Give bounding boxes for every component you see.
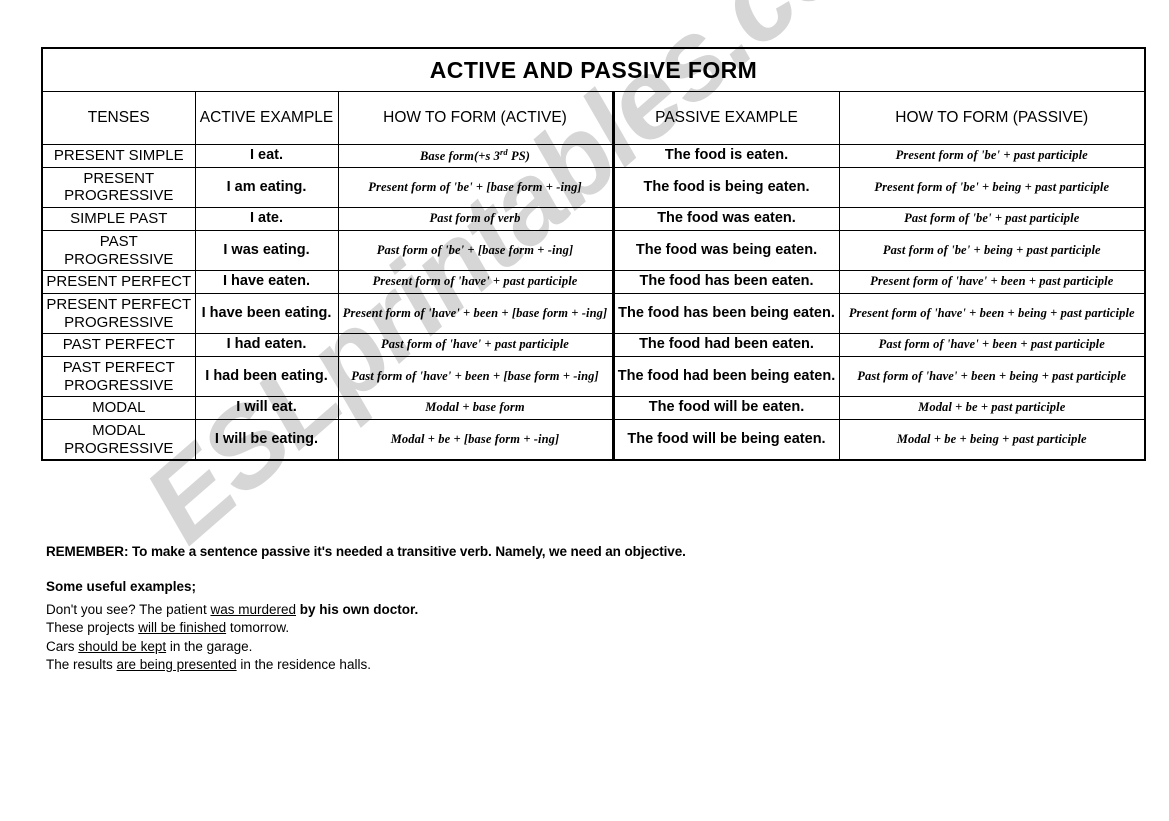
column-header-tenses: TENSES (41, 91, 196, 145)
cell-passive-form: Present form of 'be' + being + past part… (838, 166, 1147, 209)
example-sentence: Cars should be kept in the garage. (46, 638, 253, 654)
cell-active-form: Past form of 'have' + been + [base form … (337, 355, 615, 398)
column-header-active-example: ACTIVE EXAMPLE (194, 91, 339, 145)
cell-passive-form: Present form of 'have' + been + being + … (838, 292, 1147, 335)
cell-passive-form: Present form of 'be' + past participle (838, 144, 1147, 168)
example-sentence: Don't you see? The patient was murdered … (46, 601, 419, 617)
column-header-passive-example: PASSIVE EXAMPLE (612, 91, 840, 145)
cell-active-form: Present form of 'be' + [base form + -ing… (337, 166, 615, 209)
table-row: PAST PROGRESSIVE I was eating. Past form o… (41, 229, 1147, 272)
cell-active-form: Modal + be + [base form + -ing] (337, 419, 615, 462)
useful-examples-block: Some useful examples; Don't you see? The… (46, 578, 418, 675)
cell-passive-example: The food had been being eaten. (612, 355, 840, 398)
cell-active-example: I had been eating. (194, 355, 339, 398)
table-title-row: ACTIVE AND PASSIVE FORM (40, 47, 1147, 92)
cell-passive-form: Modal + be + past participle (838, 396, 1147, 421)
cell-active-form: Past form of 'be' + [base form + -ing] (337, 229, 615, 272)
table-header-row: TENSES ACTIVE EXAMPLE HOW TO FORM (ACTIV… (41, 91, 1147, 145)
cell-tense: PAST PERFECT PROGRESSIVE (41, 355, 196, 398)
table-row: MODAL I will eat. Modal + base form The foo… (41, 396, 1147, 421)
cell-passive-example: The food is being eaten. (612, 166, 840, 209)
table-row: PRESENT PERFECT I have eaten. Present form… (41, 270, 1147, 294)
ordinal-suffix: rd (500, 147, 508, 157)
passive-verb-phrase: will be finished (138, 620, 227, 635)
cell-active-form: Base form(+s 3rd PS) (337, 144, 615, 168)
table-row: MODAL PROGRESSIVE I will be eating. Modal … (41, 419, 1147, 462)
cell-tense: MODAL PROGRESSIVE (41, 419, 196, 462)
remember-note: REMEMBER: To make a sentence passive it'… (46, 544, 686, 559)
table-row: PAST PERFECT PROGRESSIVE I had been eatin… (41, 355, 1147, 398)
cell-passive-example: The food will be eaten. (612, 396, 840, 421)
cell-active-form: Present form of 'have' + past participle (337, 270, 615, 294)
passive-verb-phrase: was murdered (210, 601, 296, 617)
cell-passive-example: The food was eaten. (612, 207, 840, 231)
example-sentence: The results are being presented in the r… (46, 657, 371, 672)
examples-list: Don't you see? The patient was murdered … (46, 601, 418, 675)
passive-verb-phrase: should be kept (78, 638, 167, 654)
examples-heading: Some useful examples; (46, 579, 197, 594)
cell-passive-form: Past form of 'be' + past participle (838, 207, 1147, 231)
cell-active-example: I had eaten. (194, 333, 339, 357)
table-row: PRESENT SIMPLE I eat. Base form(+s 3rd PS)… (41, 144, 1147, 168)
cell-active-example: I have been eating. (194, 292, 339, 335)
cell-passive-form: Past form of 'have' + been + past partic… (838, 333, 1147, 357)
cell-tense: PRESENT PERFECT PROGRESSIVE (41, 292, 196, 335)
cell-tense: PRESENT PERFECT (41, 270, 196, 294)
cell-active-example: I am eating. (194, 166, 339, 209)
cell-tense: PRESENT PROGRESSIVE (41, 166, 196, 209)
active-passive-table: ACTIVE AND PASSIVE FORM TENSES ACTIVE EX… (40, 47, 1147, 462)
cell-tense: PAST PERFECT (41, 333, 196, 357)
worksheet-page: ACTIVE AND PASSIVE FORM TENSES ACTIVE EX… (0, 0, 1169, 821)
column-header-how-to-form-passive: HOW TO FORM (PASSIVE) (838, 91, 1147, 145)
cell-passive-example: The food was being eaten. (612, 229, 840, 272)
cell-tense: SIMPLE PAST (41, 207, 196, 231)
cell-active-form: Modal + base form (337, 396, 615, 421)
table-row: PRESENT PERFECT PROGRESSIVE I have been e… (41, 292, 1147, 335)
cell-active-example: I was eating. (194, 229, 339, 272)
cell-tense: PRESENT SIMPLE (41, 144, 196, 168)
cell-active-example: I have eaten. (194, 270, 339, 294)
table-row: SIMPLE PAST I ate. Past form of verb The fo… (41, 207, 1147, 231)
agent-phrase: by his own doctor. (296, 601, 419, 617)
cell-active-example: I will be eating. (194, 419, 339, 462)
cell-active-form: Past form of 'have' + past participle (337, 333, 615, 357)
table-body: ACTIVE AND PASSIVE FORM TENSES ACTIVE EX… (40, 47, 1147, 462)
table-row: PAST PERFECT I had eaten. Past form of 'ha… (41, 333, 1147, 357)
cell-passive-form: Past form of 'be' + being + past partici… (838, 229, 1147, 272)
cell-tense: MODAL (41, 396, 196, 421)
column-header-how-to-form-active: HOW TO FORM (ACTIVE) (337, 91, 615, 145)
cell-passive-example: The food has been being eaten. (612, 292, 840, 335)
cell-passive-example: The food will be being eaten. (612, 419, 840, 462)
cell-passive-form: Past form of 'have' + been + being + pas… (838, 355, 1147, 398)
page-title: ACTIVE AND PASSIVE FORM (40, 47, 1147, 92)
cell-active-form: Past form of verb (337, 207, 615, 231)
cell-active-example: I eat. (194, 144, 339, 168)
cell-passive-form: Present form of 'have' + been + past par… (838, 270, 1147, 294)
cell-active-example: I will eat. (194, 396, 339, 421)
cell-passive-example: The food is eaten. (612, 144, 840, 168)
example-sentence: These projects will be finished tomorrow… (46, 620, 290, 635)
cell-active-example: I ate. (194, 207, 339, 231)
cell-tense: PAST PROGRESSIVE (41, 229, 196, 272)
passive-verb-phrase: are being presented (116, 657, 237, 672)
table-row: PRESENT PROGRESSIVE I am eating. Present f… (41, 166, 1147, 209)
cell-passive-form: Modal + be + being + past participle (838, 419, 1147, 462)
cell-active-form: Present form of 'have' + been + [base fo… (337, 292, 615, 335)
cell-passive-example: The food had been eaten. (612, 333, 840, 357)
cell-passive-example: The food has been eaten. (612, 270, 840, 294)
